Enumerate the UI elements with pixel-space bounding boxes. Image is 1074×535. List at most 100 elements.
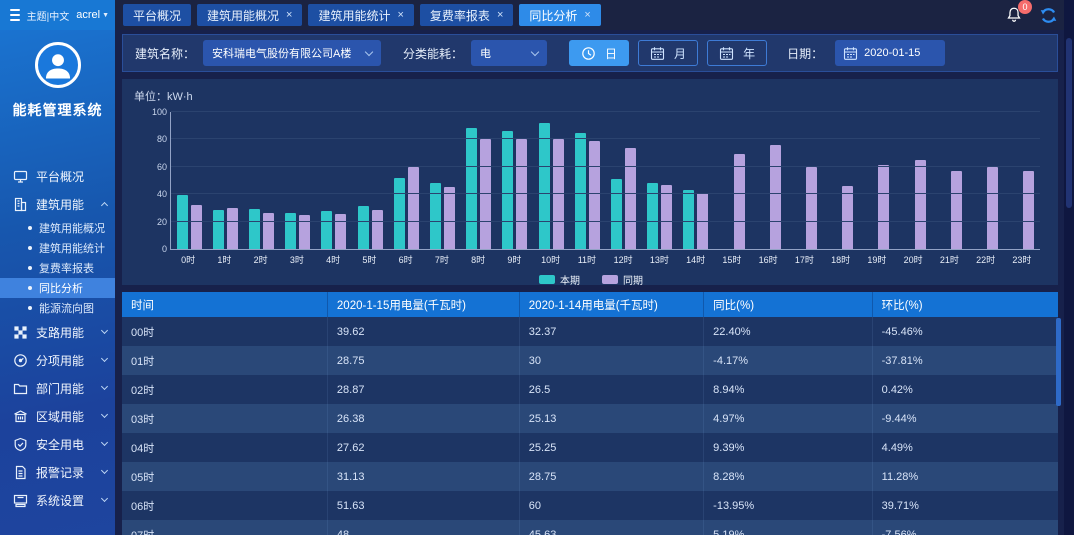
tab-building-energy-stats[interactable]: 建筑用能统计× [308, 4, 413, 26]
submenu-item-yoy-analysis[interactable]: 同比分析 [0, 278, 115, 298]
table-cell: 8.28% [704, 462, 872, 491]
tab-label: 平台概况 [133, 7, 181, 24]
period-button-year[interactable]: 年 [707, 40, 767, 66]
table-cell: 05时 [122, 462, 328, 491]
chevron-down-icon [101, 383, 108, 390]
building-select[interactable]: 安科瑞电气股份有限公司A楼 [203, 40, 381, 66]
table-cell: 48 [328, 520, 520, 535]
submenu-item-rate-report[interactable]: 复费率报表 [0, 258, 115, 278]
table-cell: -4.17% [704, 346, 872, 375]
bar-group-14时 [678, 112, 714, 249]
tab-yoy-analysis[interactable]: 同比分析× [519, 4, 600, 26]
sidebar-item-building-energy[interactable]: 建筑用能 [0, 190, 115, 218]
table-cell: 51.63 [328, 491, 520, 520]
theme-language-label[interactable]: 主题|中文 [27, 8, 70, 23]
bar-current [466, 128, 477, 249]
x-tick-label: 10时 [533, 253, 569, 266]
sidebar-item-safe-electricity[interactable]: 安全用电 [0, 430, 115, 458]
y-tick-label: 0 [139, 244, 167, 254]
submenu-item-building-energy-stats[interactable]: 建筑用能统计 [0, 238, 115, 258]
bar-group-9时 [497, 112, 533, 249]
x-tick-label: 22时 [968, 253, 1004, 266]
bar-current [611, 179, 622, 249]
table-header-row: 时间2020-1-15用电量(千瓦时)2020-1-14用电量(千瓦时)同比(%… [122, 292, 1058, 317]
sidebar-item-label: 安全用电 [36, 436, 94, 453]
sidebar-item-label: 支路用能 [36, 324, 94, 341]
bar-group-20时 [895, 112, 931, 249]
bullet-icon [28, 306, 32, 310]
table-cell: 11.28% [873, 462, 1058, 491]
bar-current [177, 195, 188, 249]
tab-close-icon[interactable]: × [397, 10, 403, 21]
sidebar-item-department-energy[interactable]: 部门用能 [0, 374, 115, 402]
legend-item-本期[interactable]: 本期 [539, 272, 580, 287]
table-cell: 27.62 [328, 433, 520, 462]
submenu-item-label: 复费率报表 [39, 260, 94, 276]
bullet-icon [28, 226, 32, 230]
refresh-icon[interactable] [1039, 6, 1058, 25]
sidebar-item-alarm-records[interactable]: 报警记录 [0, 458, 115, 486]
x-tick-label: 23时 [1004, 253, 1040, 266]
monitor-icon [13, 169, 28, 184]
x-tick-label: 8时 [460, 253, 496, 266]
legend-label: 同期 [623, 272, 643, 287]
table-cell: 25.25 [520, 433, 704, 462]
sidebar-item-system-settings[interactable]: 系统设置 [0, 486, 115, 514]
x-tick-label: 7时 [424, 253, 460, 266]
bullet-icon [28, 286, 32, 290]
table-row: 06时51.6360-13.95%39.71% [122, 491, 1058, 520]
table-cell: -37.81% [873, 346, 1058, 375]
table-cell: -13.95% [704, 491, 872, 520]
submenu-item-label: 建筑用能统计 [39, 240, 105, 256]
x-tick-label: 21时 [931, 253, 967, 266]
period-button-day[interactable]: 日 [569, 40, 629, 66]
table-cell: 39.62 [328, 317, 520, 346]
notifications-button[interactable]: 0 [1005, 6, 1023, 24]
bar-current [575, 133, 586, 249]
calendar-icon [843, 46, 858, 61]
bar-group-15时 [714, 112, 750, 249]
sidebar-item-branch-energy[interactable]: 支路用能 [0, 318, 115, 346]
period-button-label: 年 [743, 45, 755, 62]
page-scrollbar-thumb[interactable] [1066, 38, 1072, 208]
sidebar-item-label: 部门用能 [36, 380, 94, 397]
sidebar-item-subitem-energy[interactable]: 分项用能 [0, 346, 115, 374]
submenu-item-building-energy-overview[interactable]: 建筑用能概况 [0, 218, 115, 238]
chart-unit-label: 单位：kW·h [134, 88, 1048, 104]
table-cell: 30 [520, 346, 704, 375]
page-scrollbar[interactable] [1064, 0, 1074, 535]
table-row: 04时27.6225.259.39%4.49% [122, 433, 1058, 462]
x-tick-label: 5时 [351, 253, 387, 266]
period-button-month[interactable]: 月 [638, 40, 698, 66]
sidebar-item-platform-overview[interactable]: 平台概况 [0, 162, 115, 190]
sidebar-item-label: 区域用能 [36, 408, 94, 425]
tab-close-icon[interactable]: × [286, 10, 292, 21]
tab-building-energy-overview[interactable]: 建筑用能概况× [197, 4, 302, 26]
alarm-doc-icon [13, 465, 28, 480]
sidebar-item-label: 建筑用能 [36, 196, 94, 213]
tab-label: 复费率报表 [430, 7, 490, 24]
tab-platform-overview[interactable]: 平台概况 [123, 4, 191, 26]
bar-previous [915, 160, 926, 249]
energy-type-select[interactable]: 电 [471, 40, 547, 66]
hamburger-menu-icon[interactable] [10, 9, 20, 21]
table-row: 03时26.3825.134.97%-9.44% [122, 404, 1058, 433]
bar-previous [444, 187, 455, 250]
tab-close-icon[interactable]: × [497, 10, 503, 21]
calendar-icon [650, 46, 665, 61]
content-scrollbar-thumb[interactable] [1056, 318, 1061, 406]
legend-item-同期[interactable]: 同期 [602, 272, 643, 287]
tab-close-icon[interactable]: × [584, 10, 590, 21]
bar-group-0时 [171, 112, 207, 249]
tab-rate-report[interactable]: 复费率报表 × [420, 4, 513, 26]
table-cell: -45.46% [873, 317, 1058, 346]
avatar[interactable] [35, 42, 81, 88]
period-button-label: 日 [605, 45, 617, 62]
sidebar-item-region-energy[interactable]: 区域用能 [0, 402, 115, 430]
date-input[interactable]: 2020-01-15 [835, 40, 945, 66]
user-name: acrel [76, 9, 100, 21]
user-menu[interactable]: acrel ▼ [76, 9, 109, 21]
submenu-item-energy-flow-diagram[interactable]: 能源流向图 [0, 298, 115, 318]
period-button-label: 月 [674, 45, 686, 62]
x-tick-label: 14时 [678, 253, 714, 266]
